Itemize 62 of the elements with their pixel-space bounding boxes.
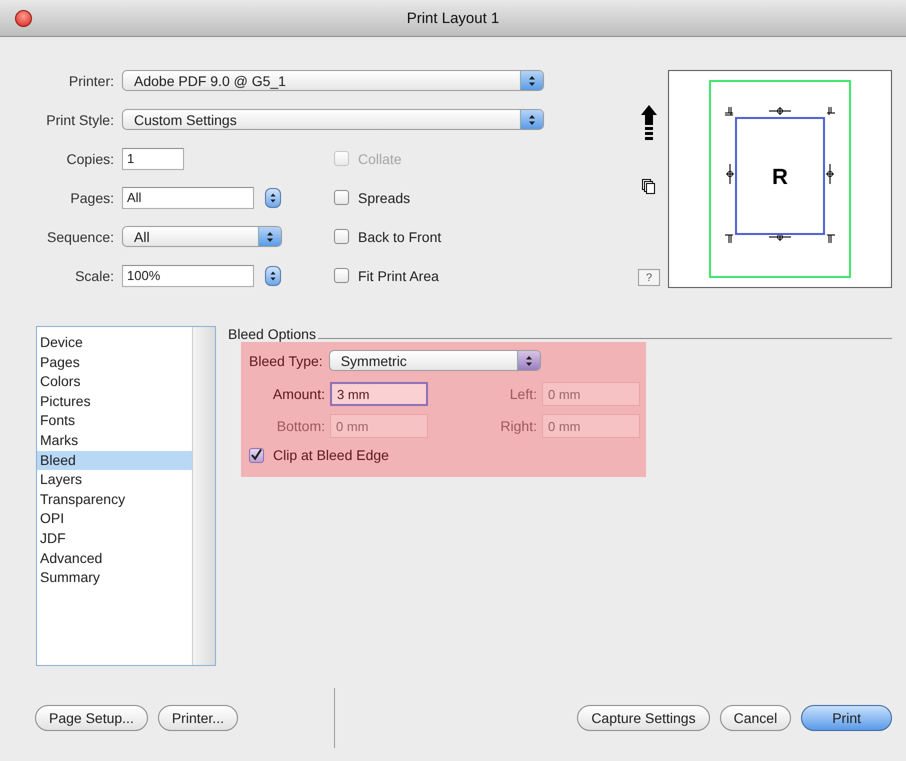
input-field[interactable]: 100% xyxy=(122,264,254,286)
arrow-up-icon[interactable] xyxy=(641,105,657,141)
dropdown-arrows-icon xyxy=(258,227,281,246)
section-list-item[interactable]: Bleed xyxy=(37,450,192,470)
pages-icon[interactable] xyxy=(642,179,656,195)
input-field[interactable]: 3 mm xyxy=(330,382,428,406)
stepper-arrows-icon xyxy=(269,270,277,282)
checkbox[interactable] xyxy=(334,268,349,283)
push-button[interactable]: Cancel xyxy=(720,705,792,731)
checkbox-label: Spreads xyxy=(358,190,410,206)
input-field[interactable]: All xyxy=(122,186,254,208)
checkbox[interactable] xyxy=(249,448,264,462)
push-button[interactable]: Capture Settings xyxy=(577,705,710,731)
stepper-button[interactable] xyxy=(265,266,281,286)
checkbox-label: Clip at Bleed Edge xyxy=(273,447,389,463)
dropdown[interactable]: Custom Settings xyxy=(122,109,544,130)
section-list-item[interactable]: Pages xyxy=(37,352,192,372)
field-label: Scale: xyxy=(74,268,115,284)
dropdown[interactable]: Adobe PDF 9.0 @ G5_1 xyxy=(122,70,544,91)
field-label: Right: xyxy=(499,418,537,434)
field-label: Bleed Type: xyxy=(249,352,323,368)
field-label: Print Style: xyxy=(45,112,115,128)
section-list-item[interactable]: Colors xyxy=(37,372,192,392)
scroll-bar[interactable] xyxy=(192,327,215,665)
checkbox[interactable] xyxy=(334,229,349,244)
input-field[interactable]: 1 xyxy=(122,148,184,170)
field-label: Bottom: xyxy=(276,418,325,434)
section-list-item[interactable]: Transparency xyxy=(37,490,192,510)
preview-letter: R xyxy=(772,164,788,189)
field-label: Copies: xyxy=(66,150,115,166)
section-list-item[interactable]: JDF xyxy=(37,528,192,549)
section-list-item[interactable]: Advanced xyxy=(37,548,192,568)
help-button[interactable]: ? xyxy=(638,269,660,286)
push-button[interactable]: Print xyxy=(801,705,892,731)
checkbox-label: Back to Front xyxy=(358,228,442,244)
field-label: Sequence: xyxy=(46,228,115,244)
section-list-item[interactable]: Fonts xyxy=(37,411,192,431)
dropdown-arrows-icon xyxy=(520,71,543,90)
checkbox-label: Fit Print Area xyxy=(358,268,439,284)
stepper-button[interactable] xyxy=(265,188,281,208)
section-list-item[interactable]: Marks xyxy=(37,430,192,451)
window-title: Print Layout 1 xyxy=(406,10,500,26)
checkbox-label: Collate xyxy=(358,150,402,166)
stepper-arrows-icon xyxy=(269,192,277,204)
section-list-item[interactable]: Layers xyxy=(37,470,192,490)
dropdown[interactable]: All xyxy=(122,226,282,247)
dropdown-arrows-icon xyxy=(516,351,540,370)
section-list-item[interactable]: Pictures xyxy=(37,392,192,412)
dropdown-arrows-icon xyxy=(520,110,543,129)
field-label: Pages: xyxy=(69,190,115,206)
checkbox[interactable] xyxy=(334,190,349,205)
field-label: Amount: xyxy=(272,386,325,402)
section-list-item[interactable]: OPI xyxy=(37,509,192,529)
section-list-item[interactable]: Summary xyxy=(37,568,192,588)
dropdown[interactable]: Symmetric xyxy=(328,350,541,371)
field-label: Printer: xyxy=(68,72,115,88)
push-button[interactable]: Page Setup... xyxy=(35,705,148,731)
push-button[interactable]: Printer... xyxy=(158,705,238,731)
close-button[interactable] xyxy=(15,10,32,27)
section-list-item[interactable]: Device xyxy=(37,333,192,353)
field-label: Left: xyxy=(508,386,537,402)
group-title: Bleed Options xyxy=(228,326,316,342)
